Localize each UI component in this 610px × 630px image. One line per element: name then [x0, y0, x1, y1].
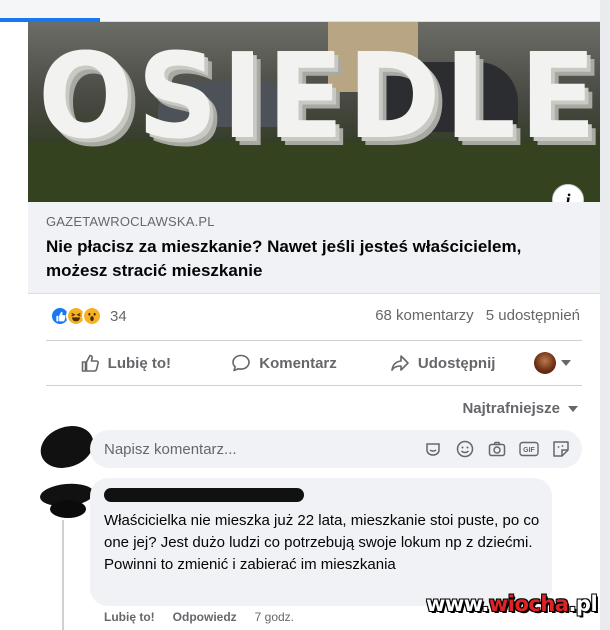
wow-icon — [82, 306, 102, 326]
link-domain: GAZETAWROCLAWSKA.PL — [46, 214, 215, 229]
avatar — [533, 352, 556, 374]
like-button[interactable]: Lubię to! — [46, 353, 205, 373]
post-as-selector[interactable] — [522, 352, 582, 374]
watermark-brand: wiocha — [488, 592, 569, 616]
comment-count[interactable]: 68 komentarzy — [375, 307, 473, 324]
share-button[interactable]: Udostępnij — [363, 353, 522, 373]
post-stats: 34 68 komentarzy 5 udostępnień — [28, 294, 600, 336]
reactions-summary[interactable]: 34 — [50, 306, 127, 326]
comment-text: Właścicielka nie mieszka już 22 lata, mi… — [104, 512, 540, 573]
post-card: OSIEDLE i GAZETAWROCLAWSKA.PL Nie płacis… — [28, 22, 600, 630]
comment-bubble: Właścicielka nie mieszka już 22 lata, mi… — [90, 478, 552, 606]
comment-button-label: Komentarz — [259, 354, 337, 372]
sort-label: Najtrafniejsze — [462, 400, 560, 417]
page-edge — [600, 0, 610, 630]
post-actions-bar: Lubię to! Komentarz Udostępnij — [46, 340, 582, 386]
comment-sort-dropdown[interactable]: Najtrafniejsze — [462, 400, 578, 417]
comment-input[interactable]: Napisz komentarz... GIF — [90, 430, 582, 468]
link-preview-image[interactable]: OSIEDLE — [28, 22, 600, 202]
emoji-icon[interactable] — [454, 438, 476, 460]
watermark: www.wiocha.pl — [426, 592, 598, 616]
share-button-label: Udostępnij — [417, 354, 496, 372]
caret-down-icon — [560, 360, 571, 366]
top-bar — [0, 0, 610, 22]
redacted-author-name[interactable] — [104, 488, 304, 502]
composer-icons: GIF — [412, 438, 572, 460]
comment-timestamp[interactable]: 7 godz. — [255, 610, 294, 624]
comment-input-placeholder: Napisz komentarz... — [104, 440, 237, 458]
sticker-icon[interactable] — [550, 438, 572, 460]
comment-button[interactable]: Komentarz — [205, 353, 364, 373]
comment-share-counts: 68 komentarzy 5 udostępnień — [367, 307, 580, 324]
comment-thread-line — [62, 520, 64, 630]
link-headline[interactable]: Nie płacisz za mieszkanie? Nawet jeśli j… — [46, 235, 566, 283]
watermark-suffix: .pl — [568, 592, 598, 616]
watermark-prefix: www. — [426, 592, 489, 616]
avatar-redaction — [50, 500, 86, 518]
share-arrow-icon — [391, 355, 409, 371]
comment-actions: Lubię to! Odpowiedz 7 godz. — [104, 610, 294, 624]
sticker-face-icon[interactable] — [422, 438, 444, 460]
like-button-label: Lubię to! — [107, 354, 171, 372]
gif-icon[interactable]: GIF — [518, 438, 540, 460]
comment-icon — [232, 354, 251, 372]
svg-text:GIF: GIF — [523, 447, 535, 454]
share-count[interactable]: 5 udostępnień — [486, 307, 580, 324]
caret-down-icon — [568, 405, 578, 412]
link-preview[interactable]: GAZETAWROCLAWSKA.PL Nie płacisz za miesz… — [28, 202, 600, 294]
thumbs-up-icon — [81, 354, 99, 372]
camera-icon[interactable] — [486, 438, 508, 460]
reaction-count: 34 — [110, 307, 127, 325]
comment-reply-button[interactable]: Odpowiedz — [173, 610, 237, 624]
comment-like-button[interactable]: Lubię to! — [104, 610, 155, 624]
sculpture-letters: OSIEDLE — [38, 27, 600, 165]
